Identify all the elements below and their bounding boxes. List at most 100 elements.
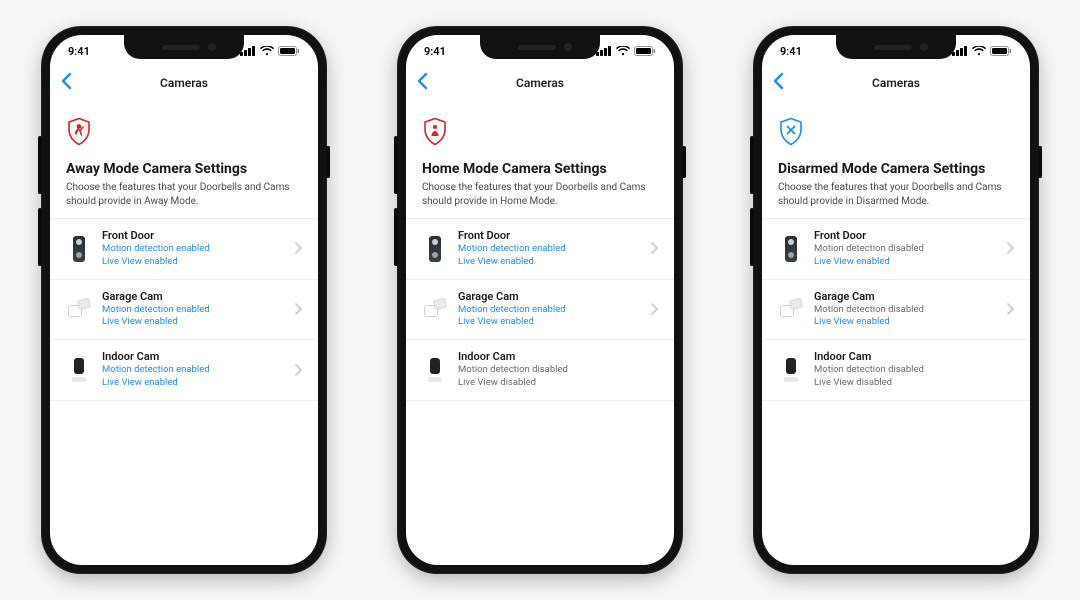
chevron-left-icon <box>416 72 430 94</box>
chevron-left-icon <box>60 72 74 94</box>
device-row[interactable]: Front DoorMotion detection enabledLive V… <box>50 219 318 280</box>
motion-detection-status: Motion detection enabled <box>102 364 285 377</box>
live-view-status: Live View disabled <box>458 377 658 390</box>
chevron-right-icon <box>295 239 302 258</box>
screen: 9:41 Cameras Home Mode Camera Settings Choo… <box>406 35 674 565</box>
wifi-icon <box>260 46 274 56</box>
indoor-cam-icon <box>428 358 442 382</box>
device-row[interactable]: Front DoorMotion detection disabledLive … <box>762 219 1030 280</box>
nav-bar: Cameras <box>50 67 318 99</box>
content: Home Mode Camera Settings Choose the feat… <box>406 99 674 401</box>
device-row-body: Front DoorMotion detection enabledLive V… <box>102 229 285 269</box>
device-name: Front Door <box>102 229 285 242</box>
device-thumbnail <box>66 353 92 387</box>
device-thumbnail <box>778 292 804 326</box>
device-row[interactable]: Garage CamMotion detection enabledLive V… <box>50 280 318 341</box>
motion-detection-status: Motion detection enabled <box>102 243 285 256</box>
device-row-body: Indoor CamMotion detection disabledLive … <box>814 350 1014 390</box>
notch <box>124 35 244 59</box>
device-thumbnail <box>422 292 448 326</box>
chevron-right-icon <box>295 361 302 380</box>
disarmed-mode-shield-icon <box>778 117 1014 151</box>
phone-frame: 9:41 Cameras Disarmed Mode Camera Settings… <box>753 26 1039 574</box>
wifi-icon <box>616 46 630 56</box>
status-right <box>596 46 656 56</box>
back-button[interactable] <box>772 72 786 94</box>
screen: 9:41 CamerasAway Mode Camera SettingsChoo… <box>50 35 318 565</box>
device-name: Indoor Cam <box>458 350 658 363</box>
device-row[interactable]: Garage CamMotion detection enabledLive V… <box>406 280 674 341</box>
live-view-status: Live View enabled <box>102 316 285 329</box>
chevron-right-icon <box>651 239 658 258</box>
device-row-body: Garage CamMotion detection disabledLive … <box>814 290 997 330</box>
device-row[interactable]: Indoor CamMotion detection disabledLive … <box>762 340 1030 401</box>
chevron-right-icon <box>1007 300 1014 319</box>
motion-detection-status: Motion detection enabled <box>458 304 641 317</box>
device-row[interactable]: Front DoorMotion detection enabledLive V… <box>406 219 674 280</box>
section-subtitle: Choose the features that your Doorbells … <box>778 181 1014 208</box>
device-name: Front Door <box>458 229 641 242</box>
content: Disarmed Mode Camera SettingsChoose the … <box>762 99 1030 401</box>
device-name: Front Door <box>814 229 997 242</box>
live-view-status: Live View enabled <box>814 316 997 329</box>
device-name: Indoor Cam <box>102 350 285 363</box>
doorbell-icon <box>429 236 441 262</box>
notch <box>480 35 600 59</box>
status-time: 9:41 <box>68 45 90 58</box>
device-name: Garage Cam <box>102 290 285 303</box>
battery-icon <box>278 46 300 56</box>
live-view-status: Live View enabled <box>458 316 641 329</box>
away-mode-shield-icon <box>66 117 302 151</box>
wifi-icon <box>972 46 986 56</box>
live-view-status: Live View enabled <box>814 256 997 269</box>
device-row-body: Garage CamMotion detection enabledLive V… <box>102 290 285 330</box>
device-name: Indoor Cam <box>814 350 1014 363</box>
nav-title: Cameras <box>872 76 920 90</box>
live-view-status: Live View enabled <box>102 377 285 390</box>
spotlight-cam-icon <box>68 299 90 319</box>
phone-frame: 9:41 Cameras Home Mode Camera Settings Choo… <box>397 26 683 574</box>
device-list: Front DoorMotion detection enabledLive V… <box>406 218 674 401</box>
doorbell-icon <box>785 236 797 262</box>
motion-detection-status: Motion detection disabled <box>814 364 1014 377</box>
device-row-body: Garage CamMotion detection enabledLive V… <box>458 290 641 330</box>
motion-detection-status: Motion detection disabled <box>814 304 997 317</box>
device-thumbnail <box>778 232 804 266</box>
nav-bar: Cameras <box>406 67 674 99</box>
back-button[interactable] <box>60 72 74 94</box>
device-row-body: Front DoorMotion detection disabledLive … <box>814 229 997 269</box>
motion-detection-status: Motion detection disabled <box>814 243 997 256</box>
nav-bar: Cameras <box>762 67 1030 99</box>
device-thumbnail <box>66 292 92 326</box>
motion-detection-status: Motion detection enabled <box>102 304 285 317</box>
home-mode-shield-icon <box>422 117 658 151</box>
chevron-left-icon <box>772 72 786 94</box>
stage: 9:41CamerasAway Mode Camera SettingsChoo… <box>0 0 1080 600</box>
live-view-status: Live View enabled <box>102 256 285 269</box>
device-row-body: Indoor CamMotion detection disabledLive … <box>458 350 658 390</box>
back-button[interactable] <box>416 72 430 94</box>
device-thumbnail <box>422 232 448 266</box>
section-title: Home Mode Camera Settings <box>422 161 658 177</box>
chevron-right-icon <box>295 300 302 319</box>
status-time: 9:41 <box>424 45 446 58</box>
device-row[interactable]: Garage CamMotion detection disabledLive … <box>762 280 1030 341</box>
device-row-body: Front DoorMotion detection enabledLive V… <box>458 229 641 269</box>
status-time: 9:41 <box>780 45 802 58</box>
motion-detection-status: Motion detection disabled <box>458 364 658 377</box>
device-thumbnail <box>66 232 92 266</box>
phone-frame: 9:41 CamerasAway Mode Camera SettingsChoo… <box>41 26 327 574</box>
section-subtitle: Choose the features that your Doorbells … <box>422 181 658 208</box>
device-list: Front DoorMotion detection enabledLive V… <box>50 218 318 401</box>
device-row[interactable]: Indoor CamMotion detection disabledLive … <box>406 340 674 401</box>
notch <box>836 35 956 59</box>
indoor-cam-icon <box>784 358 798 382</box>
device-list: Front DoorMotion detection disabledLive … <box>762 218 1030 401</box>
chevron-right-icon <box>651 300 658 319</box>
motion-detection-status: Motion detection enabled <box>458 243 641 256</box>
content: Away Mode Camera SettingsChoose the feat… <box>50 99 318 401</box>
battery-icon <box>990 46 1012 56</box>
device-thumbnail <box>422 353 448 387</box>
device-name: Garage Cam <box>814 290 997 303</box>
device-row[interactable]: Indoor CamMotion detection enabledLive V… <box>50 340 318 401</box>
